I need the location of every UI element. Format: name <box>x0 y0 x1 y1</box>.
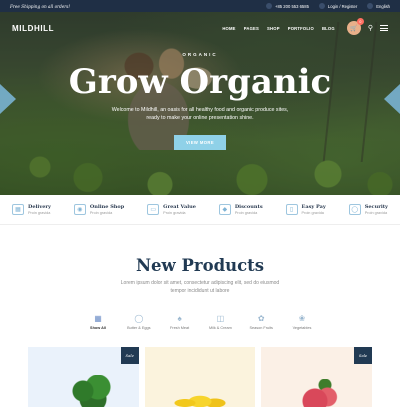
feature-subtitle: Proin gravida <box>234 211 258 215</box>
category-label: Fresh Meat <box>169 326 190 330</box>
feature-great-value: ▭ Great Value Proin gravida <box>147 204 196 215</box>
feature-security: ◯ Security Proin gravida <box>348 204 388 215</box>
hero-subtitle: Welcome to Mildhill, an oasis for all he… <box>111 107 289 121</box>
egg-icon: ◯ <box>134 313 144 323</box>
category-season-fruits[interactable]: ✿ Season Fruits <box>243 313 279 331</box>
product-card[interactable]: Sale <box>28 347 139 407</box>
shield-icon: ◯ <box>348 204 361 215</box>
feature-title: Delivery <box>28 204 51 210</box>
category-label: Show All <box>90 326 106 330</box>
sale-badge: Sale <box>354 347 373 364</box>
phone-link[interactable]: +85 200 553 6585 <box>266 3 309 9</box>
feature-title: Great Value <box>163 204 196 210</box>
category-label: Milk & Cream <box>208 326 232 330</box>
phone-number: +85 200 553 6585 <box>275 3 309 9</box>
top-bar: Free Shipping on all orders! +85 200 553… <box>0 0 400 12</box>
phone-icon <box>266 3 273 9</box>
menu-pages[interactable]: PAGES <box>244 26 259 31</box>
feature-title: Security <box>364 204 388 210</box>
feature-subtitle: Proin gravida <box>364 211 388 215</box>
section-description: Lorem ipsum dolor sit amet, consectetur … <box>120 280 280 294</box>
language-label: English <box>376 3 390 9</box>
login-label: Login / Register <box>327 3 358 9</box>
section-title: New Products <box>135 256 265 275</box>
headset-icon: ◉ <box>73 204 86 215</box>
menu: HOME PAGES SHOP PORTFOLIO BLOG <box>222 26 335 31</box>
feature-subtitle: Proin gravida <box>163 211 186 215</box>
category-fresh-meat[interactable]: ♠ Fresh Meat <box>162 313 198 331</box>
cart-button[interactable]: 🛒 0 <box>346 18 364 35</box>
login-link[interactable]: Login / Register <box>318 3 358 9</box>
product-grid: Sale Sale <box>28 347 373 407</box>
search-icon[interactable]: ⚲ <box>368 24 373 32</box>
meat-icon: ♠ <box>177 313 182 323</box>
category-butter-eggs[interactable]: ◯ Butter & Eggs <box>121 313 157 331</box>
feature-title: Easy Pay <box>301 204 326 210</box>
truck-icon: ▦ <box>12 204 24 215</box>
menu-blog[interactable]: BLOG <box>322 26 335 31</box>
category-label: Season Fruits <box>249 326 273 330</box>
new-products-header: New Products Lorem ipsum dolor sit amet,… <box>0 256 400 295</box>
tag-icon: ◆ <box>218 204 231 215</box>
leaf-icon: ❀ <box>298 313 306 323</box>
hero-content: ORGANIC Grow Organic Welcome to Mildhill… <box>0 52 400 150</box>
menu-home[interactable]: HOME <box>222 26 235 31</box>
feature-title: Discounts <box>234 204 263 210</box>
hero-eyebrow: ORGANIC <box>182 52 218 57</box>
main-nav: MILDHILL HOME PAGES SHOP PORTFOLIO BLOG … <box>0 12 400 44</box>
globe-icon <box>367 3 374 9</box>
cart-icon: 🛒 <box>350 25 358 32</box>
category-filter: ▦ Show All ◯ Butter & Eggs ♠ Fresh Meat … <box>80 313 320 331</box>
sale-badge: Sale <box>120 347 139 364</box>
cart-count: 0 <box>356 18 364 25</box>
feature-subtitle: Proin gravida <box>89 211 113 215</box>
feature-delivery: ▦ Delivery Proin gravida <box>12 204 51 215</box>
category-label: Butter & Eggs <box>127 326 151 330</box>
feature-online-shop: ◉ Online Shop Proin gravida <box>73 204 125 215</box>
menu-portfolio[interactable]: PORTFOLIO <box>288 26 314 31</box>
product-image-bananas <box>172 385 233 407</box>
feature-easy-pay: ▯ Easy Pay Proin gravida <box>285 204 326 215</box>
category-label: Vegetables <box>292 326 312 330</box>
category-vegetables[interactable]: ❀ Vegetables <box>284 313 320 331</box>
fruit-icon: ✿ <box>257 313 265 323</box>
hero-headline: Grow Organic <box>68 62 332 102</box>
feature-subtitle: Proin gravida <box>301 211 324 215</box>
language-selector[interactable]: English <box>367 3 390 9</box>
product-image-fruits <box>295 379 346 407</box>
features-bar: ▦ Delivery Proin gravida ◉ Online Shop Pro… <box>0 195 400 225</box>
feature-title: Online Shop <box>89 204 125 210</box>
view-more-button[interactable]: VIEW MORE <box>174 135 226 150</box>
feature-discounts: ◆ Discounts Proin gravida <box>218 204 263 215</box>
menu-icon[interactable] <box>380 25 388 31</box>
nav-icons: 🛒 0 ⚲ <box>346 18 388 35</box>
menu-shop[interactable]: SHOP <box>267 26 280 31</box>
user-icon <box>318 3 325 9</box>
grid-icon: ▦ <box>94 313 102 323</box>
mobile-icon: ▯ <box>285 204 298 215</box>
category-show-all[interactable]: ▦ Show All <box>80 313 116 331</box>
site-logo[interactable]: MILDHILL <box>12 24 54 33</box>
feature-subtitle: Proin gravida <box>28 211 51 215</box>
top-bar-right: +85 200 553 6585 Login / Register Englis… <box>266 3 390 9</box>
product-image-broccoli <box>68 375 118 407</box>
promo-text: Free Shipping on all orders! <box>10 3 71 9</box>
product-card[interactable]: Sale <box>261 347 373 407</box>
category-milk-cream[interactable]: ◫ Milk & Cream <box>202 313 238 331</box>
milk-icon: ◫ <box>216 313 225 323</box>
product-card[interactable] <box>144 347 256 407</box>
box-icon: ▭ <box>147 204 160 215</box>
